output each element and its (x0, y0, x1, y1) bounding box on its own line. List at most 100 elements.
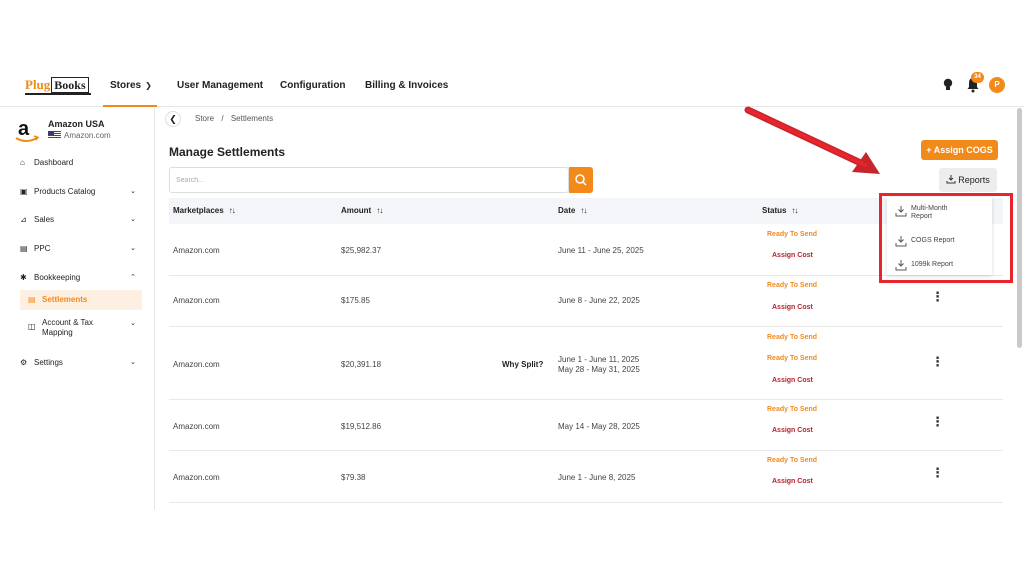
catalog-icon: ▣ (20, 187, 28, 196)
annotation-arrow (744, 106, 880, 174)
vertical-scrollbar[interactable] (1017, 108, 1022, 348)
row-actions-kebab-icon[interactable]: ⋮ (931, 415, 944, 428)
sidebar-item-label: Sales (34, 215, 55, 224)
cell-date-split: June 1 - June 11, 2025 May 28 - May 31, … (558, 355, 640, 375)
sort-icon[interactable]: ↑↓ (580, 206, 587, 215)
nav-user-management[interactable]: User Management (177, 80, 263, 91)
nav-stores-tab[interactable]: Stores ❯ (103, 66, 157, 107)
status-ready-to-send[interactable]: Ready To Send (767, 355, 817, 362)
annotation-highlight-box (879, 193, 1013, 283)
sidebar-item-dashboard[interactable]: ⌂ Dashboard (20, 153, 142, 173)
cell-marketplace: Amazon.com (173, 360, 220, 369)
status-assign-cost[interactable]: Assign Cost (772, 377, 813, 384)
nav-configuration[interactable]: Configuration (280, 80, 346, 91)
table-row[interactable]: Amazon.com $25,982.37 June 11 - June 25,… (169, 224, 1003, 276)
sidebar-item-label: Bookkeeping (34, 273, 81, 282)
column-header-marketplaces[interactable]: Marketplaces ↑↓ (173, 206, 236, 215)
cell-marketplace: Amazon.com (173, 422, 220, 431)
header-actions: 34 P (930, 72, 1010, 96)
sidebar-item-ppc[interactable]: ▤ PPC ⌄ (20, 239, 142, 259)
sidebar-item-label: Products Catalog (34, 187, 96, 196)
status-assign-cost[interactable]: Assign Cost (772, 427, 813, 434)
table-row[interactable]: Amazon.com $175.85 June 8 - June 22, 202… (169, 276, 1003, 327)
status-ready-to-send[interactable]: Ready To Send (767, 231, 817, 238)
table-row[interactable]: Amazon.com $79.38 June 1 - June 8, 2025 … (169, 451, 1003, 503)
nav-stores-label: Stores (110, 80, 142, 91)
cell-date-line2: May 28 - May 31, 2025 (558, 365, 640, 374)
sidebar-item-label: Settlements (42, 295, 88, 304)
column-header-label: Status (762, 206, 787, 215)
sidebar-item-products-catalog[interactable]: ▣ Products Catalog ⌄ (20, 182, 142, 202)
store-domain: Amazon.com (48, 131, 111, 140)
table-row[interactable]: Amazon.com $20,391.18 Why Split? June 1 … (169, 327, 1003, 400)
column-header-label: Date (558, 206, 576, 215)
search-icon (575, 174, 587, 186)
sidebar-item-label: PPC (34, 244, 51, 253)
sidebar-item-sales[interactable]: ⊿ Sales ⌄ (20, 210, 142, 230)
sidebar-item-bookkeeping[interactable]: ✱ Bookkeeping ⌃ (20, 268, 142, 288)
cell-date: June 1 - June 8, 2025 (558, 473, 636, 482)
chevron-down-icon: ⌄ (130, 245, 136, 252)
logo-underline (25, 93, 91, 95)
status-assign-cost[interactable]: Assign Cost (772, 304, 813, 311)
sort-icon[interactable]: ↑↓ (229, 206, 236, 215)
chevron-up-icon: ⌃ (130, 274, 136, 281)
sidebar-item-settings[interactable]: ⚙ Settings ⌄ (20, 353, 142, 373)
store-header[interactable]: a Amazon USA Amazon.com (12, 116, 152, 146)
hierarchy-icon: ◫ (28, 322, 36, 331)
status-ready-to-send[interactable]: Ready To Send (767, 334, 817, 341)
user-avatar[interactable]: P (989, 77, 1005, 93)
status-assign-cost[interactable]: Assign Cost (772, 478, 813, 485)
breadcrumb-store[interactable]: Store (195, 114, 214, 123)
back-button[interactable]: ❮ (165, 111, 181, 127)
sort-icon[interactable]: ↑↓ (376, 206, 383, 215)
gear-cluster-icon: ✱ (20, 273, 27, 282)
gear-icon: ⚙ (20, 358, 28, 367)
search-input[interactable] (170, 168, 568, 192)
search-button[interactable] (569, 167, 593, 193)
logo-books-text: Books (51, 77, 89, 93)
why-split-link[interactable]: Why Split? (502, 360, 543, 369)
sidebar-item-settlements[interactable]: ▤ Settlements (20, 290, 142, 310)
sidebar-item-label: Account & Tax (42, 318, 93, 327)
chevron-down-icon: ⌄ (130, 216, 136, 223)
download-icon (946, 175, 956, 184)
store-domain-text: Amazon.com (64, 131, 111, 140)
home-icon: ⌂ (20, 158, 25, 167)
status-ready-to-send[interactable]: Ready To Send (767, 406, 817, 413)
amazon-logo-icon: a (15, 118, 40, 142)
cell-marketplace: Amazon.com (173, 296, 220, 305)
sort-icon[interactable]: ↑↓ (791, 206, 798, 215)
chevron-down-icon: ⌄ (130, 320, 136, 327)
cell-amount: $20,391.18 (341, 360, 382, 369)
column-header-date[interactable]: Date ↑↓ (558, 206, 587, 215)
row-actions-kebab-icon[interactable]: ⋮ (931, 466, 944, 479)
search-box (169, 167, 569, 193)
reports-button[interactable]: Reports (939, 168, 997, 192)
plugbooks-logo[interactable]: Plug Books (25, 77, 89, 93)
row-actions-kebab-icon[interactable]: ⋮ (931, 290, 944, 303)
nav-billing-invoices[interactable]: Billing & Invoices (365, 80, 448, 91)
status-ready-to-send[interactable]: Ready To Send (767, 282, 817, 289)
column-header-amount[interactable]: Amount ↑↓ (341, 206, 383, 215)
cell-date: June 11 - June 25, 2025 (558, 246, 644, 255)
cell-amount: $25,982.37 (341, 246, 382, 255)
row-actions-kebab-icon[interactable]: ⋮ (931, 355, 944, 368)
lightbulb-icon[interactable] (943, 78, 953, 92)
card-icon: ▤ (20, 244, 28, 253)
svg-text:a: a (18, 118, 30, 140)
assign-cogs-button[interactable]: + Assign COGS (921, 140, 998, 160)
cell-marketplace: Amazon.com (173, 246, 220, 255)
sidebar-item-label: Settings (34, 358, 63, 367)
status-assign-cost[interactable]: Assign Cost (772, 252, 813, 259)
table-row[interactable]: Amazon.com $19,512.86 May 14 - May 28, 2… (169, 400, 1003, 451)
status-ready-to-send[interactable]: Ready To Send (767, 457, 817, 464)
cell-amount: $175.85 (341, 296, 370, 305)
sidebar-item-account-tax-mapping[interactable]: ◫ Account & Tax Mapping ⌄ (20, 317, 142, 341)
cell-amount: $19,512.86 (341, 422, 382, 431)
column-header-status[interactable]: Status ↑↓ (762, 206, 798, 215)
column-header-label: Amount (341, 206, 372, 215)
cell-amount: $79.38 (341, 473, 366, 482)
breadcrumb-separator: / (221, 114, 224, 123)
chevron-down-icon: ❯ (145, 81, 152, 90)
